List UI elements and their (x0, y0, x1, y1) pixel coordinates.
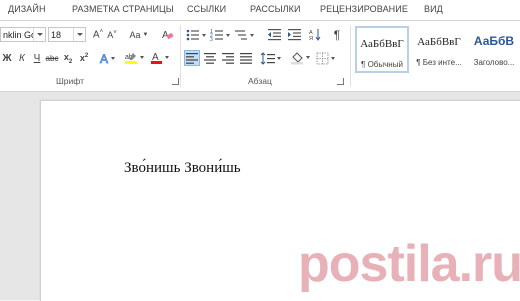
group-divider (180, 25, 181, 87)
font-color-button[interactable]: A (150, 51, 172, 65)
sort-button[interactable]: A Я (308, 27, 322, 42)
multilevel-list-button[interactable] (234, 27, 256, 42)
numbering-icon: 1 2 3 (210, 29, 230, 42)
bullets-button[interactable] (186, 27, 208, 42)
align-center-button[interactable] (202, 50, 218, 66)
font-size-value: 18 (51, 30, 62, 40)
style-normal[interactable]: АаБбВвГ ¶ Обычный (355, 26, 409, 73)
increase-indent-icon (287, 29, 301, 41)
justify-icon (240, 52, 252, 64)
underline-button[interactable]: Ч (32, 51, 42, 65)
align-left-button[interactable] (184, 50, 200, 66)
multilevel-list-icon (235, 29, 254, 40)
align-left-icon (186, 52, 198, 64)
group-divider (350, 25, 351, 87)
subscript-icon: x2 (63, 51, 73, 65)
borders-button[interactable] (316, 50, 338, 66)
strikethrough-button[interactable]: abc (44, 51, 60, 65)
decrease-indent-button[interactable] (266, 27, 282, 42)
watermark: postila.ru (298, 235, 520, 293)
tab-mailings[interactable]: РАССЫЛКИ (250, 4, 301, 14)
show-hide-marks-button[interactable]: ¶ (330, 27, 344, 42)
tab-design[interactable]: ДИЗАЙН (8, 4, 46, 14)
align-right-icon (222, 52, 234, 64)
chevron-down-icon[interactable] (73, 28, 85, 41)
clear-formatting-icon: A (162, 30, 174, 41)
line-spacing-button[interactable] (260, 50, 282, 66)
document-text[interactable]: Зво́нишь Звони́шь (124, 160, 241, 177)
bold-label: Ж (2, 52, 12, 64)
style-preview: АаБбВвГ (360, 38, 404, 50)
italic-label: К (19, 52, 25, 64)
highlight-button[interactable]: ab (124, 51, 146, 65)
tab-references[interactable]: ССЫЛКИ (187, 4, 226, 14)
font-group-label: Шрифт (56, 76, 84, 86)
change-case-label: Aa (129, 30, 141, 40)
shrink-font-button[interactable]: A˅ (106, 28, 118, 42)
align-right-button[interactable] (220, 50, 236, 66)
paragraph-group-label: Абзац (248, 76, 272, 86)
bold-button[interactable]: Ж (2, 51, 12, 65)
grow-font-button[interactable]: A˄ (92, 28, 104, 42)
clear-formatting-button[interactable]: A (160, 27, 174, 41)
highlight-icon: ab (125, 53, 144, 64)
chevron-down-icon: ▼ (142, 32, 149, 38)
style-heading-1[interactable]: АаБбВ Заголово... (468, 26, 520, 73)
line-spacing-icon (260, 51, 281, 65)
superscript-icon: x2 (79, 53, 89, 63)
font-family-select[interactable]: nklin Gotl (0, 27, 46, 42)
style-name: ¶ Обычный (361, 60, 403, 69)
font-color-icon: A (151, 52, 169, 64)
underline-icon: Ч (33, 52, 41, 64)
chevron-down-icon[interactable] (33, 28, 45, 41)
borders-icon (316, 52, 335, 64)
ribbon: nklin Gotl 18 A˄ A˅ Aa ▼ A Ж К Ч abc x2 … (0, 21, 520, 92)
grow-font-icon: A˄ (92, 29, 104, 41)
text-effects-icon: A (100, 52, 115, 65)
style-preview: АаБбВ (473, 34, 515, 48)
style-name: Заголово... (473, 58, 515, 67)
align-center-icon (204, 52, 216, 64)
style-preview: АаБбВвГ (417, 36, 461, 48)
superscript-button[interactable]: x2 (78, 51, 90, 65)
svg-text:3: 3 (210, 37, 213, 42)
increase-indent-button[interactable] (286, 27, 302, 42)
strikethrough-icon: abc (45, 53, 59, 63)
style-name: ¶ Без инте... (416, 58, 462, 67)
svg-text:A: A (100, 52, 108, 65)
font-dialog-launcher-icon[interactable] (172, 78, 179, 85)
change-case-button[interactable]: Aa ▼ (128, 28, 150, 42)
style-no-spacing[interactable]: АаБбВвГ ¶ Без инте... (412, 26, 466, 73)
paragraph-dialog-launcher-icon[interactable] (337, 78, 344, 85)
tab-page-layout[interactable]: РАЗМЕТКА СТРАНИЦЫ (72, 4, 174, 14)
tab-review[interactable]: РЕЦЕНЗИРОВАНИЕ (320, 4, 408, 14)
svg-text:Я: Я (309, 36, 313, 41)
shading-button[interactable] (290, 50, 312, 66)
bullets-icon (186, 29, 206, 40)
subscript-button[interactable]: x2 (62, 51, 74, 65)
font-size-select[interactable]: 18 (48, 27, 86, 42)
numbering-button[interactable]: 1 2 3 (210, 27, 232, 42)
pilcrow-icon: ¶ (333, 27, 341, 42)
decrease-indent-icon (267, 29, 281, 41)
justify-button[interactable] (238, 50, 254, 66)
tab-view[interactable]: ВИД (424, 4, 443, 14)
ribbon-tabs: ДИЗАЙН РАЗМЕТКА СТРАНИЦЫ ССЫЛКИ РАССЫЛКИ… (0, 0, 520, 21)
shrink-font-icon: A˅ (107, 30, 117, 40)
paint-bucket-icon (291, 52, 310, 65)
sort-icon: A Я (309, 29, 320, 41)
text-effects-button[interactable]: A (98, 51, 118, 65)
italic-button[interactable]: К (17, 51, 27, 65)
